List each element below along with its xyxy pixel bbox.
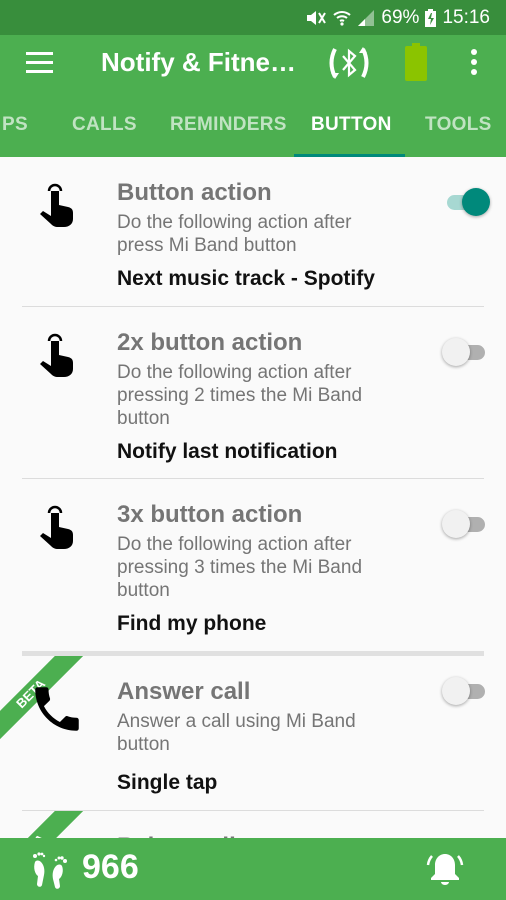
tap-icon <box>40 183 73 227</box>
clock: 15:16 <box>442 6 490 28</box>
step-count[interactable]: 966 <box>82 848 139 887</box>
row-description: Do the following action after pressing 2… <box>117 362 363 429</box>
bluetooth-sync-icon[interactable] <box>325 43 373 83</box>
status-bar: 69% 15:16 <box>0 0 506 35</box>
row-value: Next music track - Spotify <box>117 267 375 290</box>
bottom-bar: 966 <box>0 838 506 900</box>
tab-tools[interactable]: TOOLS <box>425 114 492 136</box>
list-item-3x-button-action[interactable]: 3x button action Do the following action… <box>0 479 506 651</box>
row-value: Find my phone <box>117 612 267 635</box>
button-action-toggle[interactable] <box>442 187 490 217</box>
row-description: Do the following action after press Mi B… <box>117 212 352 256</box>
row-value: Single tap <box>117 771 218 794</box>
tap-icon <box>40 505 73 549</box>
mute-icon <box>307 10 327 25</box>
answer-call-toggle[interactable] <box>442 676 490 706</box>
row-title: Button action <box>117 179 272 206</box>
row-value: Notify last notification <box>117 440 338 463</box>
row-description: Answer a call using Mi Band button <box>117 711 356 755</box>
alarm-bell-icon[interactable] <box>424 848 466 888</box>
row-description: Do the following action after pressing 3… <box>117 534 363 601</box>
tab-calls[interactable]: CALLS <box>72 114 137 136</box>
list-item-reject-call[interactable]: BETA Reject call <box>0 811 506 838</box>
row-title: 2x button action <box>117 329 303 356</box>
3x-button-action-toggle[interactable] <box>442 509 490 539</box>
band-battery-icon[interactable] <box>405 43 427 81</box>
list-item-answer-call[interactable]: BETA Answer call Answer a call using Mi … <box>0 656 506 810</box>
list-item-2x-button-action[interactable]: 2x button action Do the following action… <box>0 307 506 479</box>
app-bar: Notify & Fitne… <box>0 35 506 92</box>
phone-icon <box>35 687 79 731</box>
wifi-icon <box>333 10 352 26</box>
battery-percent: 69% <box>381 6 420 28</box>
2x-button-action-toggle[interactable] <box>442 337 490 367</box>
settings-list: Button action Do the following action af… <box>0 157 506 838</box>
beta-ribbon: BETA <box>0 811 85 838</box>
list-item-button-action[interactable]: Button action Do the following action af… <box>0 157 506 307</box>
app-title: Notify & Fitne… <box>101 47 296 77</box>
more-vert-icon[interactable] <box>470 49 478 77</box>
tab-button[interactable]: BUTTON <box>311 114 392 136</box>
row-title: Answer call <box>117 678 251 705</box>
menu-icon[interactable] <box>26 52 53 74</box>
tab-bar: PS CALLS REMINDERS BUTTON TOOLS <box>0 92 506 157</box>
tap-icon <box>40 333 73 377</box>
tab-reminders[interactable]: REMINDERS <box>170 114 287 136</box>
row-title: 3x button action <box>117 501 303 528</box>
tab-apps[interactable]: PS <box>2 114 28 136</box>
signal-icon <box>358 9 375 26</box>
battery-charging-icon <box>425 8 437 27</box>
footsteps-icon <box>33 852 67 889</box>
